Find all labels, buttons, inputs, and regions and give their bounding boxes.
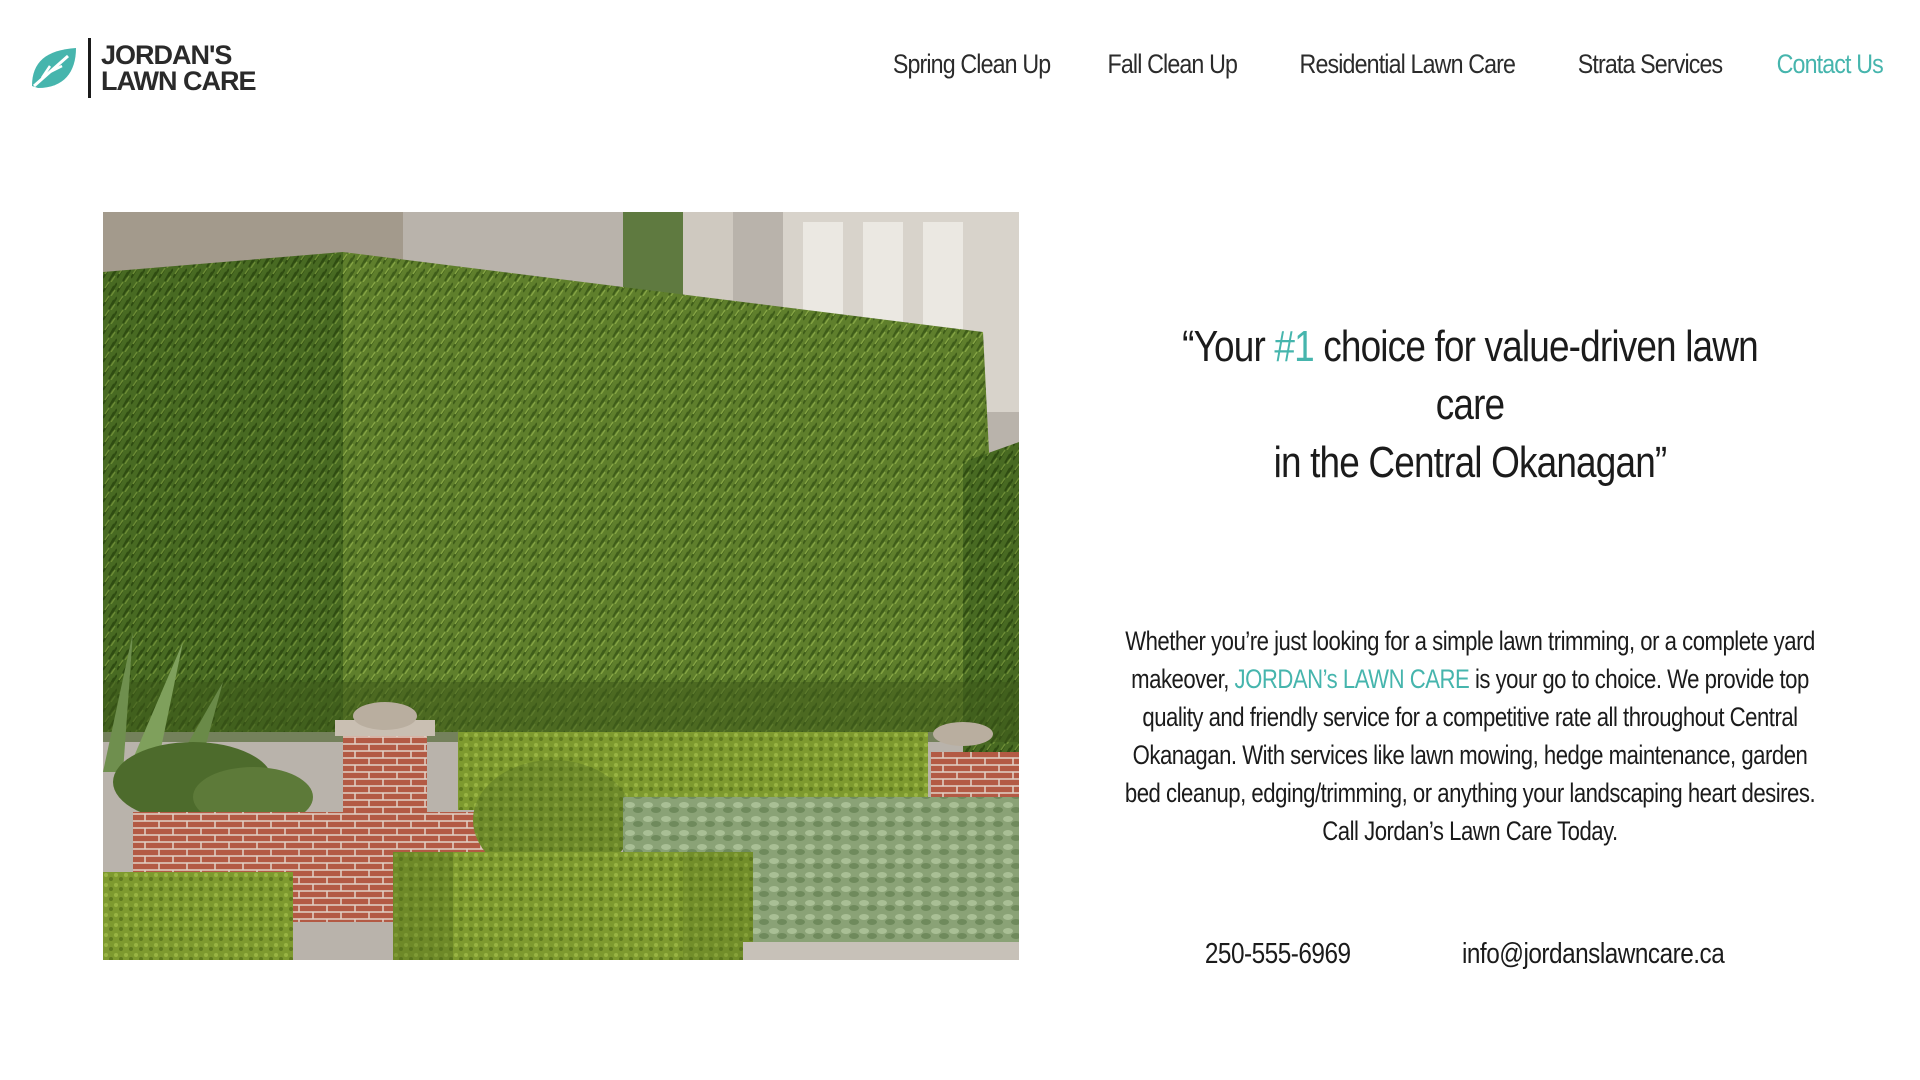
- logo-divider: [88, 38, 91, 98]
- intro-section: “Your #1 choice for value-driven lawn ca…: [1110, 300, 1830, 971]
- logo[interactable]: JORDAN'S LAWN CARE: [28, 36, 256, 100]
- phone-link[interactable]: 250-555-6969: [1205, 938, 1351, 971]
- tagline-open: “Your: [1182, 322, 1275, 371]
- intro-brand-name: JORDAN’s LAWN CARE: [1234, 664, 1470, 694]
- nav-fall-clean-up[interactable]: Fall Clean Up: [1108, 49, 1238, 80]
- email-link[interactable]: info@jordanslawncare.ca: [1462, 938, 1725, 971]
- tagline-heading: “Your #1 choice for value-driven lawn ca…: [1168, 318, 1773, 492]
- nav-contact-us[interactable]: Contact Us: [1777, 49, 1884, 80]
- nav-strata-services[interactable]: Strata Services: [1578, 49, 1723, 80]
- tagline-highlight: #1: [1274, 322, 1314, 371]
- hedge-garden-photo: [103, 212, 1019, 960]
- logo-line-1: JORDAN'S: [101, 40, 232, 70]
- tagline-line-2: in the Central Okanagan”: [1273, 438, 1668, 487]
- logo-line-2: LAWN CARE: [101, 66, 256, 96]
- leaf-icon: [32, 48, 76, 88]
- nav-residential-lawn-care[interactable]: Residential Lawn Care: [1299, 49, 1515, 80]
- intro-paragraph: Whether you’re just looking for a simple…: [1117, 622, 1822, 850]
- main-nav: Spring Clean Up Fall Clean Up Residentia…: [880, 38, 1892, 90]
- logo-wordmark: JORDAN'S LAWN CARE: [101, 40, 256, 96]
- nav-spring-clean-up[interactable]: Spring Clean Up: [893, 49, 1051, 80]
- contact-row: 250-555-6969 info@jordanslawncare.ca: [1110, 938, 1830, 971]
- tagline-line-1-rest: choice for value-driven lawn care: [1313, 322, 1758, 429]
